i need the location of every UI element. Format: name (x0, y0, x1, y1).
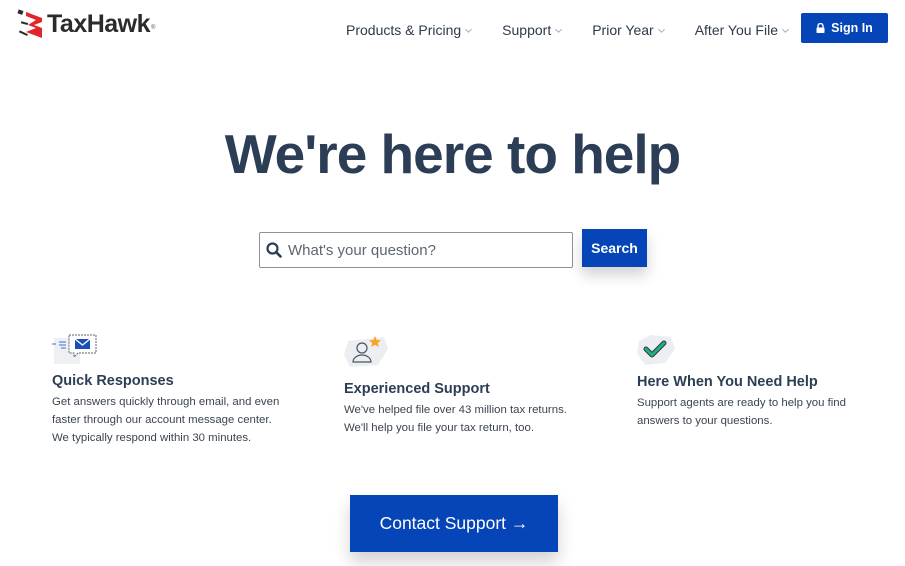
chevron-down-icon (555, 28, 563, 33)
trademark: ® (151, 25, 156, 31)
chevron-down-icon (782, 28, 789, 33)
feature-description: Get answers quickly through email, and e… (52, 396, 280, 444)
feature-here-when-you-need-help: Here When You Need Help Support agents a… (637, 333, 867, 430)
search-icon (266, 242, 282, 258)
chevron-down-icon (465, 28, 473, 33)
nav-products-pricing[interactable]: Products & Pricing (346, 22, 473, 38)
lock-icon (816, 23, 825, 33)
nav-support[interactable]: Support (502, 22, 563, 38)
search-button[interactable]: Search (582, 229, 647, 267)
envelope-chat-icon (52, 334, 97, 364)
contact-support-button[interactable]: Contact Support → (350, 495, 558, 552)
nav-prior-year[interactable]: Prior Year (592, 22, 665, 38)
search-input[interactable] (288, 241, 558, 259)
hawk-logo-icon (17, 9, 42, 38)
feature-description: We've helped file over 43 million tax re… (344, 404, 567, 434)
brand-name: TaxHawk (47, 9, 151, 38)
main-nav: Products & Pricing Support Prior Year Af… (346, 22, 789, 38)
person-star-icon (344, 336, 388, 367)
nav-after-you-file[interactable]: After You File (695, 22, 789, 38)
feature-title: Experienced Support (344, 381, 490, 397)
feature-title: Quick Responses (52, 373, 174, 389)
feature-title: Here When You Need Help (637, 374, 818, 390)
feature-description: Support agents are ready to help you fin… (637, 397, 846, 427)
checkmark-icon (637, 335, 675, 365)
site-header: TaxHawk ® Products & Pricing Support Pri… (0, 0, 905, 58)
page-title: We're here to help (224, 123, 682, 185)
chevron-down-icon (657, 28, 665, 33)
sign-in-label: Sign In (831, 21, 873, 35)
nav-label: After You File (694, 22, 778, 38)
nav-label: Products & Pricing (346, 22, 462, 38)
search-field[interactable] (259, 232, 573, 268)
nav-label: Prior Year (592, 22, 654, 38)
feature-experienced-support: Experienced Support We've helped file ov… (344, 335, 574, 437)
nav-label: Support (502, 22, 552, 38)
feature-quick-responses: Quick Responses Get answers quickly thro… (52, 332, 282, 447)
taxhawk-logo[interactable]: TaxHawk ® (16, 8, 155, 40)
sign-in-button[interactable]: Sign In (801, 13, 888, 43)
